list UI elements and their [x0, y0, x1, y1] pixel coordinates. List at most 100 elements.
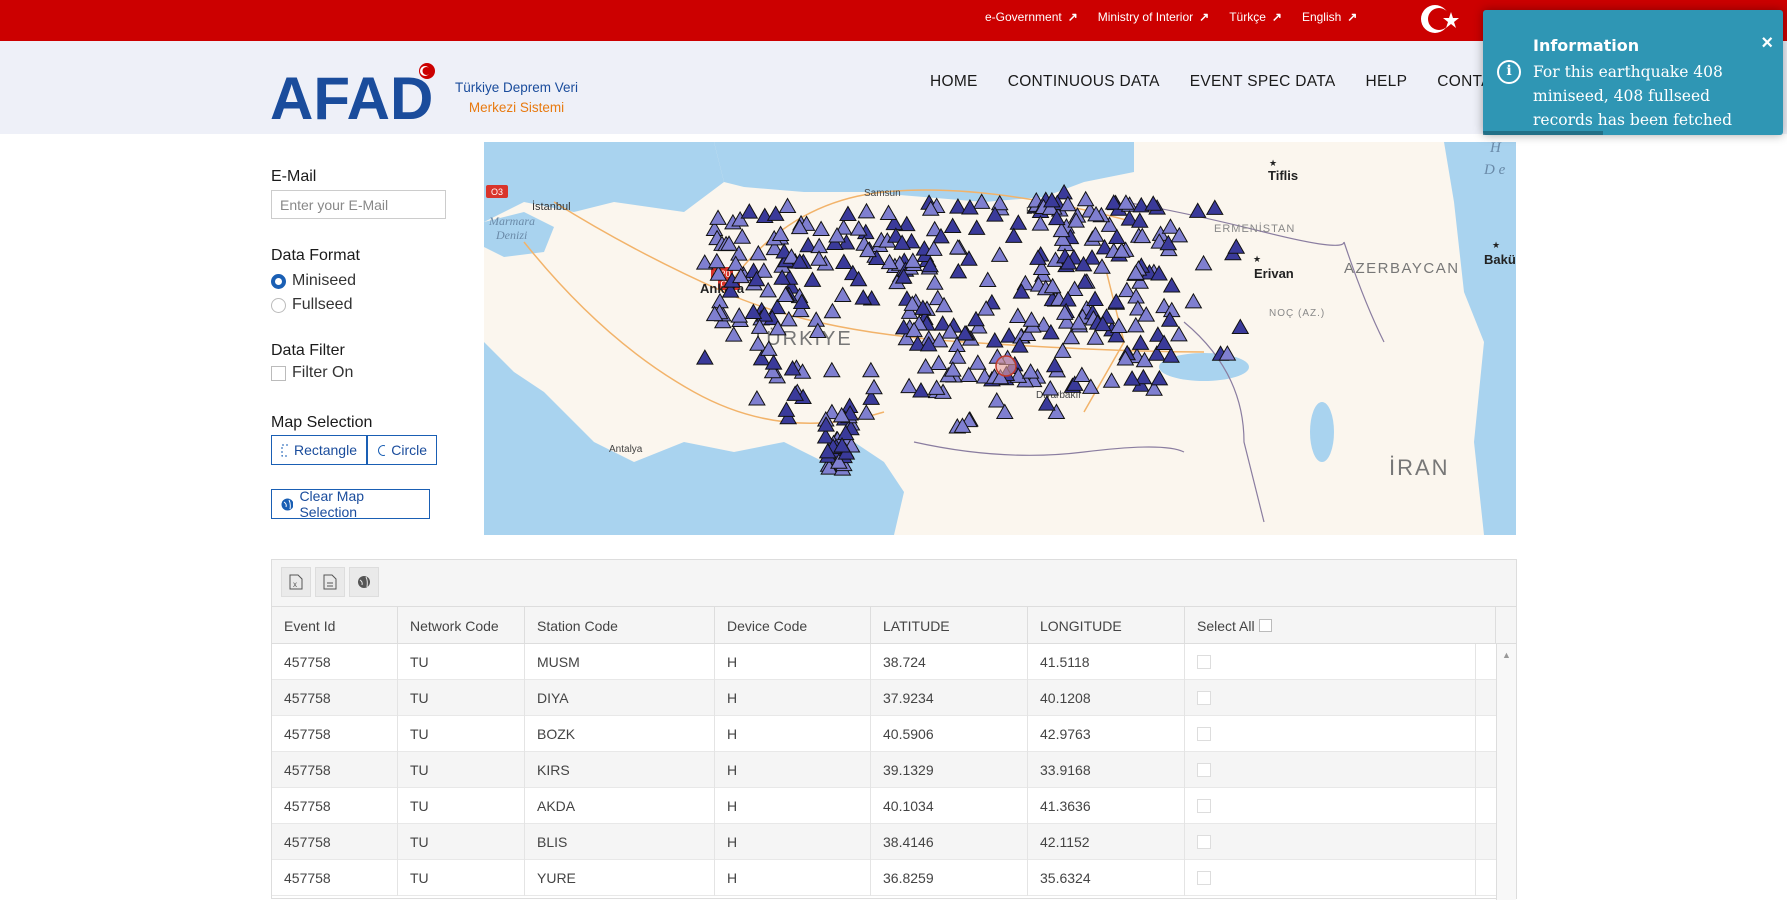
- station-marker-icon[interactable]: [1073, 366, 1091, 382]
- clear-map-selection-button[interactable]: Clear Map Selection: [271, 488, 430, 520]
- row-select-checkbox[interactable]: [1197, 835, 1211, 849]
- col-network-code[interactable]: Network Code: [398, 607, 525, 644]
- station-marker-icon[interactable]: [990, 246, 1009, 262]
- vertical-scrollbar[interactable]: ▲: [1496, 644, 1516, 900]
- epicenter-marker[interactable]: [995, 355, 1017, 377]
- table-row[interactable]: 457758 TU MUSM H 38.724 41.5118: [272, 644, 1496, 680]
- col-station-code[interactable]: Station Code: [525, 607, 715, 644]
- station-marker-icon[interactable]: [1194, 254, 1213, 271]
- station-marker-icon[interactable]: [968, 354, 987, 370]
- station-marker-icon[interactable]: [822, 361, 841, 378]
- station-marker-icon[interactable]: [1205, 199, 1224, 215]
- station-marker-icon[interactable]: [696, 349, 714, 365]
- col-latitude[interactable]: LATITUDE: [871, 607, 1028, 644]
- station-marker-icon[interactable]: [740, 203, 759, 219]
- nav-home[interactable]: HOME: [930, 73, 978, 91]
- station-marker-icon[interactable]: [879, 204, 898, 220]
- table-row[interactable]: 457758 TU KIRS H 39.1329 33.9168: [272, 752, 1496, 788]
- station-marker-icon[interactable]: [862, 361, 880, 378]
- station-marker-icon[interactable]: [900, 377, 918, 394]
- row-select-checkbox[interactable]: [1197, 871, 1211, 885]
- station-marker-icon[interactable]: [1076, 190, 1095, 207]
- station-marker-icon[interactable]: [1162, 347, 1180, 363]
- radio-miniseed[interactable]: Miniseed: [271, 272, 356, 290]
- station-marker-icon[interactable]: [987, 392, 1006, 408]
- station-marker-icon[interactable]: [1184, 292, 1203, 309]
- station-marker-icon[interactable]: [1022, 311, 1041, 327]
- station-marker-icon[interactable]: [812, 220, 830, 236]
- station-marker-icon[interactable]: [709, 209, 727, 225]
- station-marker-icon[interactable]: [949, 262, 968, 279]
- station-marker-icon[interactable]: [929, 354, 948, 371]
- station-marker-icon[interactable]: [707, 252, 726, 269]
- station-marker-icon[interactable]: [1131, 334, 1150, 350]
- station-marker-icon[interactable]: [1123, 370, 1141, 386]
- export-excel-button[interactable]: x: [281, 567, 311, 597]
- radio-fullseed[interactable]: Fullseed: [271, 296, 352, 314]
- top-link-turkce[interactable]: Türkçe ↗: [1229, 10, 1282, 24]
- top-link-egovernment[interactable]: e-Government ↗: [985, 10, 1078, 24]
- station-map[interactable]: O3 O20 O20 İstanbul Marmara Denizi Ankar…: [484, 142, 1516, 535]
- station-marker-icon[interactable]: [810, 237, 829, 254]
- station-marker-icon[interactable]: [1086, 290, 1104, 307]
- station-marker-icon[interactable]: [1031, 215, 1050, 231]
- station-marker-icon[interactable]: [925, 274, 944, 290]
- station-marker-icon[interactable]: [1161, 218, 1180, 234]
- select-all-checkbox[interactable]: [1258, 619, 1272, 632]
- email-input[interactable]: [271, 190, 446, 219]
- table-row[interactable]: 457758 TU BOZK H 40.5906 42.9763: [272, 716, 1496, 752]
- station-marker-icon[interactable]: [1009, 214, 1028, 230]
- station-marker-icon[interactable]: [749, 244, 768, 261]
- col-select-all[interactable]: Select All: [1185, 607, 1496, 644]
- info-toast[interactable]: Information For this earthquake 408 mini…: [1483, 10, 1783, 135]
- map-canvas[interactable]: O3 O20 O20 İstanbul Marmara Denizi Ankar…: [484, 142, 1516, 535]
- station-marker-icon[interactable]: [1053, 342, 1072, 358]
- station-marker-icon[interactable]: [865, 378, 883, 395]
- afad-logo[interactable]: AFAD: [270, 62, 440, 122]
- map-view-button[interactable]: [349, 567, 379, 597]
- station-marker-icon[interactable]: [730, 307, 749, 323]
- nav-continuous-data[interactable]: CONTINUOUS DATA: [1008, 73, 1160, 91]
- table-row[interactable]: 457758 TU AKDA H 40.1034 41.3636: [272, 788, 1496, 824]
- station-marker-icon[interactable]: [803, 271, 822, 287]
- station-marker-icon[interactable]: [857, 404, 876, 420]
- station-marker-icon[interactable]: [1045, 356, 1064, 373]
- close-icon[interactable]: ×: [1761, 32, 1773, 55]
- station-marker-icon[interactable]: [839, 205, 857, 221]
- station-marker-icon[interactable]: [857, 202, 876, 219]
- station-marker-icon[interactable]: [1170, 325, 1188, 342]
- row-select-checkbox[interactable]: [1197, 763, 1211, 777]
- row-select-checkbox[interactable]: [1197, 799, 1211, 813]
- scroll-up-icon[interactable]: ▲: [1502, 650, 1511, 660]
- table-row[interactable]: 457758 TU YURE H 36.8259 35.6324: [272, 860, 1496, 896]
- station-marker-icon[interactable]: [1086, 329, 1105, 345]
- station-marker-icon[interactable]: [978, 271, 997, 288]
- station-marker-icon[interactable]: [943, 217, 962, 233]
- rectangle-button[interactable]: Rectangle: [271, 435, 367, 465]
- row-select-checkbox[interactable]: [1197, 691, 1211, 705]
- col-device-code[interactable]: Device Code: [715, 607, 871, 644]
- station-marker-icon[interactable]: [833, 286, 852, 303]
- station-marker-icon[interactable]: [1102, 372, 1121, 388]
- station-marker-icon[interactable]: [724, 326, 743, 342]
- row-select-checkbox[interactable]: [1197, 655, 1211, 669]
- station-marker-icon[interactable]: [807, 311, 826, 327]
- station-marker-icon[interactable]: [1004, 227, 1023, 243]
- station-marker-icon[interactable]: [967, 219, 986, 235]
- table-row[interactable]: 457758 TU BLIS H 38.4146 42.1152: [272, 824, 1496, 860]
- table-row[interactable]: 457758 TU DIYA H 37.9234 40.1208: [272, 680, 1496, 716]
- nav-event-spec-data[interactable]: EVENT SPEC DATA: [1190, 73, 1336, 91]
- nav-help[interactable]: HELP: [1366, 73, 1408, 91]
- station-marker-icon[interactable]: [778, 197, 797, 213]
- station-marker-icon[interactable]: [1188, 202, 1207, 218]
- station-marker-icon[interactable]: [1008, 307, 1027, 323]
- station-marker-icon[interactable]: [1086, 226, 1105, 242]
- station-marker-icon[interactable]: [777, 401, 796, 417]
- circle-button[interactable]: Circle: [367, 435, 437, 465]
- station-marker-icon[interactable]: [748, 390, 766, 406]
- top-link-ministry[interactable]: Ministry of Interior ↗: [1098, 10, 1209, 24]
- col-event-id[interactable]: Event Id: [272, 607, 398, 644]
- col-longitude[interactable]: LONGITUDE: [1028, 607, 1185, 644]
- station-marker-icon[interactable]: [916, 358, 935, 374]
- station-marker-icon[interactable]: [733, 228, 752, 244]
